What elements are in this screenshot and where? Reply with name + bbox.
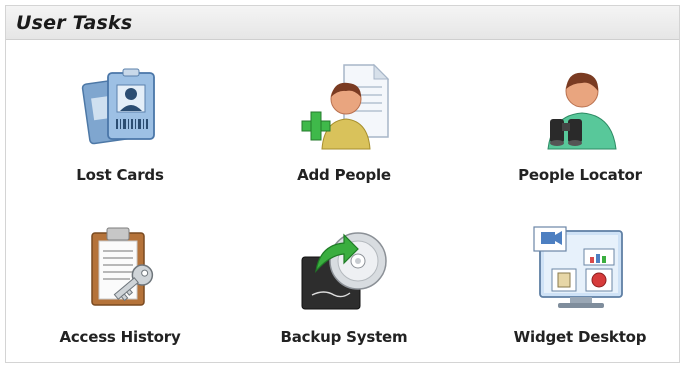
task-widget-desktop[interactable]: Widget Desktop bbox=[480, 202, 680, 352]
task-label: Backup System bbox=[280, 328, 408, 346]
user-tasks-panel: User Tasks Lost Cards Add People People … bbox=[5, 5, 680, 363]
task-add-people[interactable]: Add People bbox=[244, 40, 444, 190]
task-access-history[interactable]: Access History bbox=[20, 202, 220, 352]
task-backup-system[interactable]: Backup System bbox=[244, 202, 444, 352]
person-binoculars-icon bbox=[525, 56, 635, 156]
task-label: Access History bbox=[59, 328, 181, 346]
add-person-icon bbox=[289, 56, 399, 156]
monitor-widgets-icon bbox=[525, 218, 635, 318]
backup-disc-icon bbox=[289, 218, 399, 318]
task-people-locator[interactable]: People Locator bbox=[480, 40, 680, 190]
clipboard-key-icon bbox=[65, 218, 175, 318]
task-lost-cards[interactable]: Lost Cards bbox=[20, 40, 220, 190]
task-label: Lost Cards bbox=[76, 166, 164, 184]
task-label: Widget Desktop bbox=[513, 328, 647, 346]
task-label: Add People bbox=[297, 166, 391, 184]
task-label: People Locator bbox=[518, 166, 642, 184]
id-card-icon bbox=[65, 56, 175, 156]
task-grid: Lost Cards Add People People Locator Acc… bbox=[6, 40, 679, 362]
panel-header: User Tasks bbox=[6, 6, 679, 40]
panel-title: User Tasks bbox=[16, 11, 133, 34]
